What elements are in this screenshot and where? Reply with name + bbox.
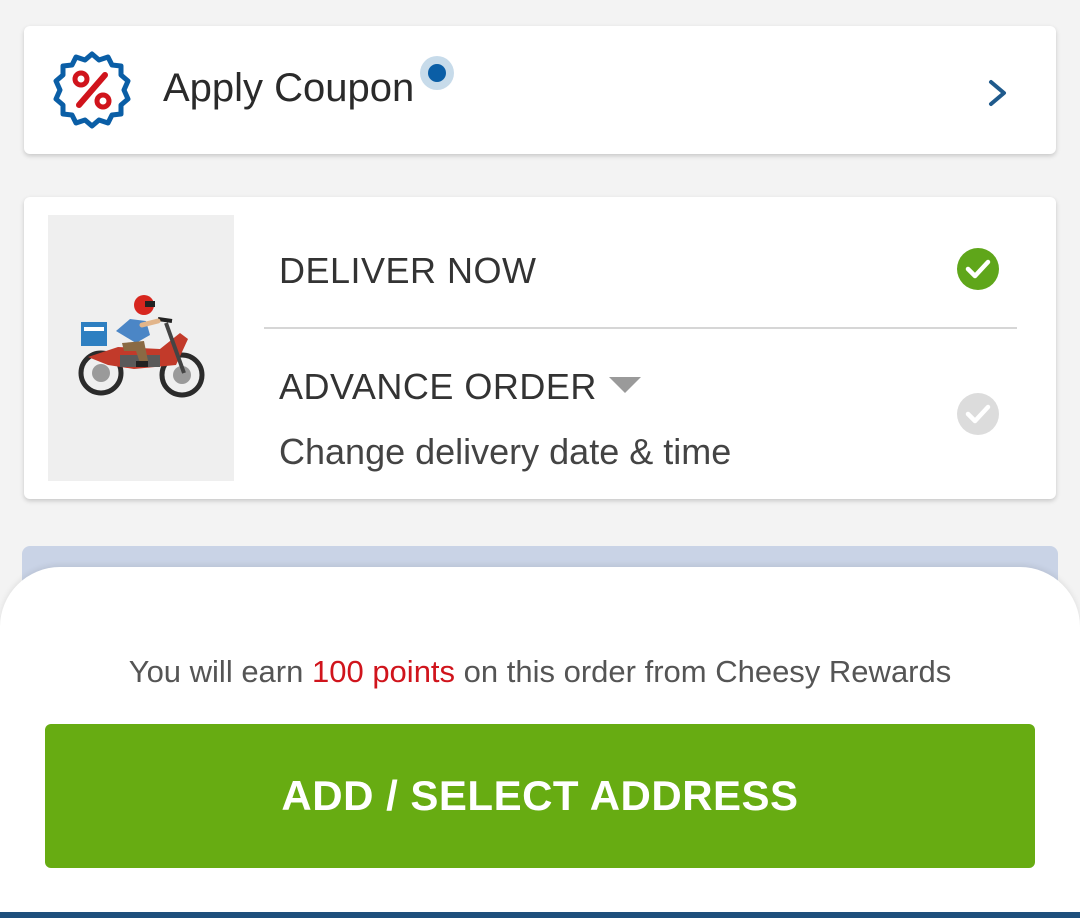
- rewards-message: You will earn 100 points on this order f…: [0, 654, 1080, 690]
- check-circle-selected-icon[interactable]: [956, 247, 1000, 291]
- percent-badge-icon: [53, 51, 131, 129]
- add-select-address-label: ADD / SELECT ADDRESS: [281, 772, 799, 819]
- rewards-suffix: on this order from Cheesy Rewards: [455, 654, 952, 689]
- delivery-scooter-illustration: [48, 215, 234, 481]
- notification-dot: [420, 56, 454, 90]
- dropdown-arrow-icon[interactable]: [607, 375, 643, 395]
- options-divider: [264, 327, 1017, 329]
- rewards-prefix: You will earn: [128, 654, 312, 689]
- chevron-right-icon[interactable]: [984, 78, 1012, 108]
- check-circle-unselected-icon[interactable]: [956, 392, 1000, 436]
- rewards-points: 100 points: [311, 654, 456, 689]
- change-delivery-time-label: Change delivery date & time: [279, 431, 732, 472]
- delivery-bike-image: [78, 295, 205, 398]
- advance-order-label: ADVANCE ORDER: [279, 366, 597, 407]
- deliver-now-label: DELIVER NOW: [279, 250, 537, 291]
- add-select-address-button[interactable]: ADD / SELECT ADDRESS: [45, 724, 1035, 868]
- bottom-nav-bar-edge: [0, 912, 1080, 918]
- apply-coupon-label: Apply Coupon: [163, 66, 415, 110]
